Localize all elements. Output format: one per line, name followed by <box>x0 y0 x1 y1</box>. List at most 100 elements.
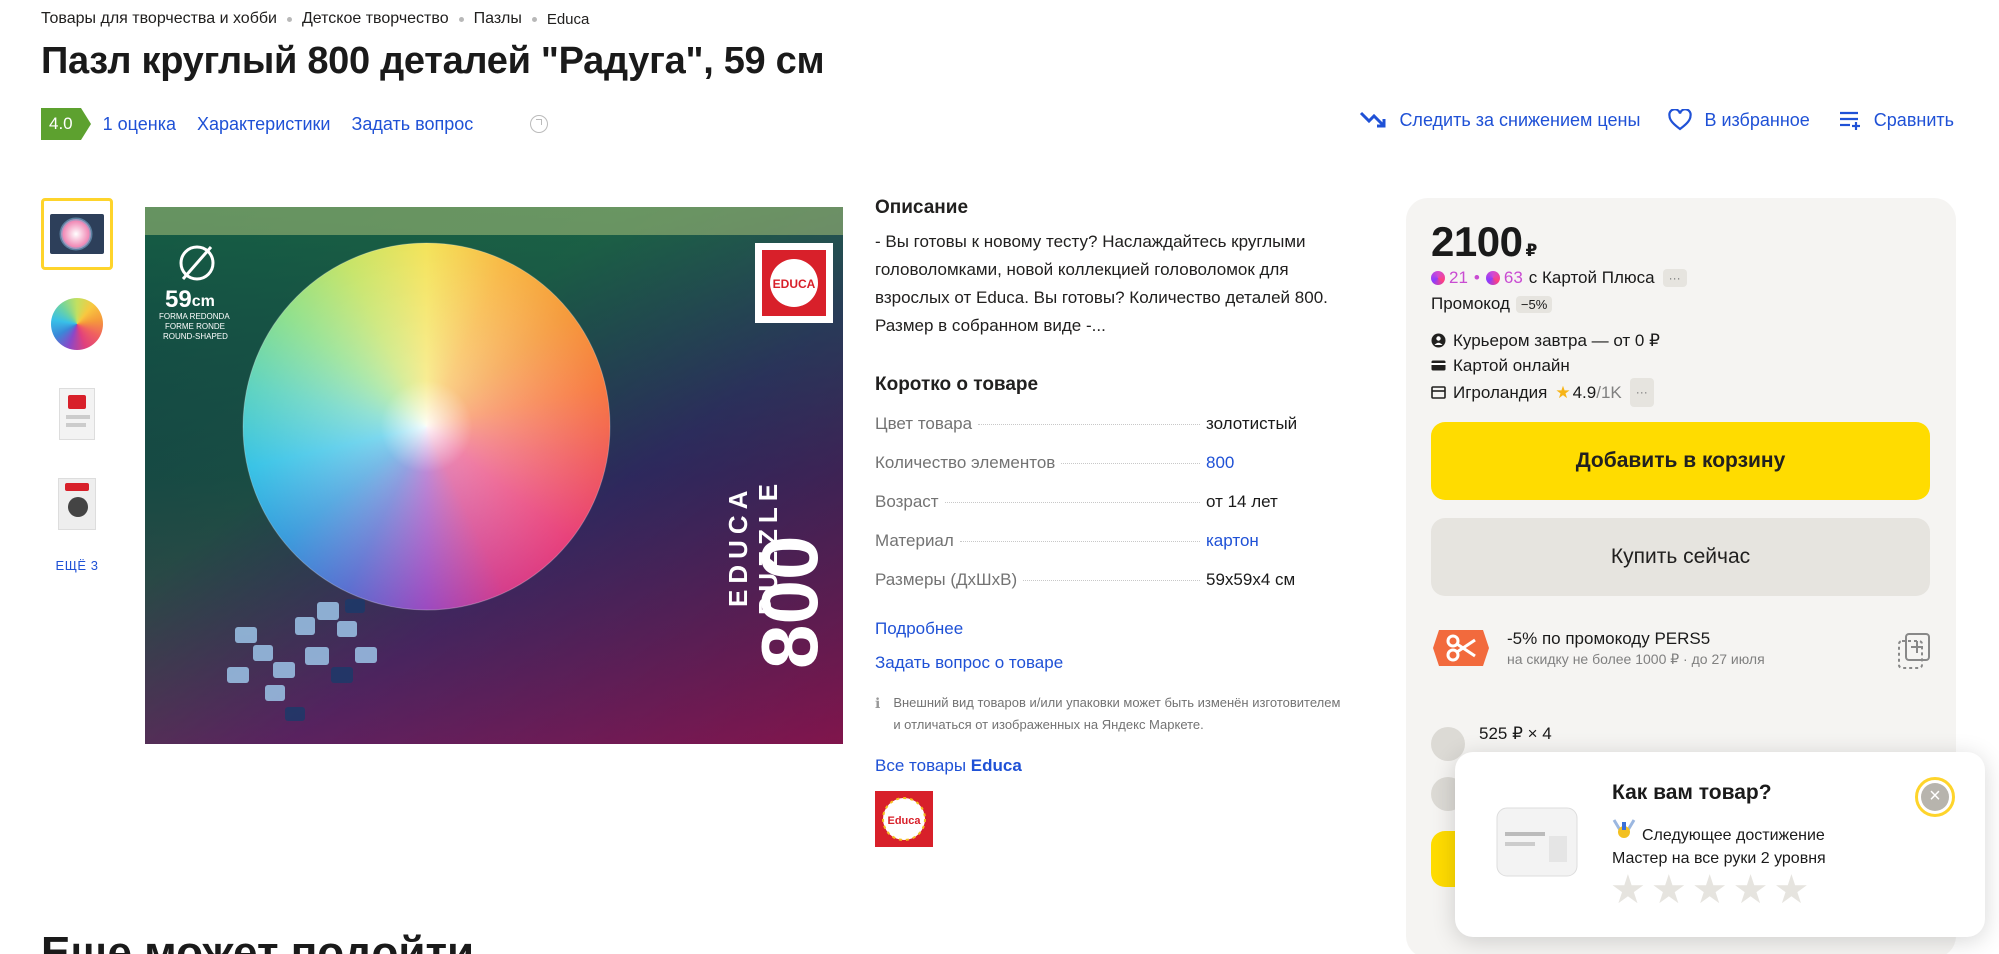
brand-name: Educa <box>970 756 1022 775</box>
plus-points-2: 63 <box>1485 268 1523 288</box>
more-info-pill[interactable]: ··· <box>1662 269 1687 287</box>
thumbnail-list: ЕЩЁ 3 <box>41 198 113 573</box>
compare-label: Сравнить <box>1873 109 1954 130</box>
breadcrumb-item[interactable]: Детское творчество <box>302 10 449 28</box>
brand-logo[interactable]: Educa <box>875 791 933 847</box>
price-currency: ₽ <box>1525 241 1537 260</box>
plus-icon <box>1431 271 1445 285</box>
breadcrumb-item[interactable]: Educa <box>547 11 590 28</box>
breadcrumb-separator <box>286 16 292 22</box>
educa-logo-icon: Educa <box>875 791 933 847</box>
thumbnail-2[interactable] <box>41 288 113 360</box>
appearance-notice: ℹ Внешний вид товаров и/или упаковки мож… <box>875 692 1345 736</box>
share-icon[interactable] <box>530 115 549 133</box>
copy-code-icon[interactable] <box>1897 632 1931 670</box>
spec-value-link[interactable]: картон <box>1206 531 1345 551</box>
spec-row: Цвет товара золотистый <box>875 414 1345 453</box>
spec-row: Материал картон <box>875 531 1345 570</box>
price-value: 2100 <box>1431 218 1523 265</box>
seller-name: Игроландия <box>1453 383 1548 402</box>
reviews-link[interactable]: 1 оценка <box>103 114 176 135</box>
star-5-icon[interactable]: ★ <box>1773 870 1809 910</box>
shape-line-2: FORME RONDE <box>165 322 225 331</box>
all-brand-goods-link[interactable]: Все товары Educa <box>875 756 1345 776</box>
ask-about-product-link[interactable]: Задать вопрос о товаре <box>875 653 1345 673</box>
promo-discount-badge: −5% <box>1515 295 1553 313</box>
promo-label: Промокод <box>1431 294 1510 313</box>
shape-line-1: FORMA REDONDA <box>159 312 230 321</box>
product-paint-image <box>1496 807 1578 877</box>
achievement-line-1: Следующее достижение <box>1642 827 1825 844</box>
specs-link[interactable]: Характеристики <box>197 114 330 135</box>
star-1-icon[interactable]: ★ <box>1610 870 1646 910</box>
vertical-puzzle: PUZZLE <box>753 478 783 615</box>
seller-rating: 4.9 <box>1572 383 1597 402</box>
plus-cashback[interactable]: 21 • 63 с Картой Плюса ··· <box>1431 268 1931 288</box>
buy-now-button[interactable]: Купить сейчас <box>1431 518 1930 596</box>
spec-key: Возраст <box>875 492 939 511</box>
achievement-line-2: Мастер на все руки 2 уровня <box>1612 850 1826 867</box>
ask-question-link[interactable]: Задать вопрос <box>351 114 473 135</box>
more-details-link[interactable]: Подробнее <box>875 619 1345 639</box>
heart-icon <box>1668 109 1693 131</box>
coupon-sub-text: на скидку не более 1000 ₽ · до 27 июля <box>1507 650 1765 667</box>
plus-points-1: 21 <box>1431 268 1468 288</box>
promo-coupon[interactable]: -5% по промокоду PERS5 на скидку не боле… <box>1431 624 1931 672</box>
close-button[interactable]: × <box>1915 777 1955 817</box>
thumbnail-4[interactable] <box>41 468 113 540</box>
puzzle-box-illustration: 59cm FORMA REDONDA FORME RONDE ROUND-SHA… <box>145 207 843 744</box>
star-4-icon[interactable]: ★ <box>1733 870 1769 910</box>
info-icon: ℹ <box>875 695 881 711</box>
rating-badge[interactable]: 4.0 <box>41 108 91 140</box>
coupon-main-text: -5% по промокоду PERS5 <box>1507 628 1711 648</box>
thumbnail-pack-image <box>59 388 95 440</box>
product-actions: Следить за снижением цены В избранное Ср… <box>1331 109 1954 131</box>
star-icon: ★ <box>1555 383 1571 402</box>
track-price-button[interactable]: Следить за снижением цены <box>1359 109 1640 131</box>
description-title: Описание <box>875 197 969 218</box>
thumbnail-1[interactable] <box>41 198 113 270</box>
breadcrumb-item[interactable]: Товары для творчества и хобби <box>41 10 277 28</box>
all-goods-prefix: Все товары <box>875 756 967 775</box>
star-3-icon[interactable]: ★ <box>1692 870 1728 910</box>
breadcrumb-item[interactable]: Пазлы <box>474 10 522 28</box>
review-popup: Как вам товар? Следующее достижение Маст… <box>1455 752 1985 937</box>
breadcrumb-separator <box>458 16 464 22</box>
thumbnail-puzzle-image <box>51 298 103 350</box>
spec-key: Цвет товара <box>875 414 973 433</box>
favorite-button[interactable]: В избранное <box>1668 109 1810 131</box>
delivery-text: Курьером завтра — от 0 ₽ <box>1453 331 1660 350</box>
spec-value: от 14 лет <box>1206 492 1278 511</box>
add-to-cart-button[interactable]: Добавить в корзину <box>1431 422 1930 500</box>
description-text: - Вы готовы к новому тесту? Наслаждайтес… <box>875 232 1328 335</box>
seller-row[interactable]: Игроландия ★ 4.9 /1K ··· <box>1431 378 1931 407</box>
rating-row: 4.0 1 оценка Характеристики Задать вопро… <box>41 107 549 141</box>
payment-text: Картой онлайн <box>1453 356 1570 375</box>
popup-title: Как вам товар? <box>1612 781 1772 804</box>
popup-achievement: Следующее достижение Мастер на все руки … <box>1612 818 1826 870</box>
price-down-icon <box>1360 111 1386 128</box>
scissors-icon <box>1433 630 1489 666</box>
section-title-more: Еще может подойти <box>41 928 475 954</box>
thumbnail-pack-image <box>58 478 96 530</box>
delivery-info: Курьером завтра — от 0 ₽ Картой онлайн И… <box>1431 328 1931 407</box>
more-thumbnails-link[interactable]: ЕЩЁ 3 <box>41 558 113 573</box>
card-icon <box>1431 360 1446 371</box>
notice-text: Внешний вид товаров и/или упаковки может… <box>893 695 1341 732</box>
thumbnail-box-image <box>50 214 104 254</box>
thumbnail-3[interactable] <box>41 378 113 450</box>
courier-icon <box>1431 333 1446 348</box>
spec-key: Размеры (ДхШхВ) <box>875 570 1018 589</box>
seller-more-pill[interactable]: ··· <box>1629 378 1654 407</box>
seller-reviews: /1K <box>1596 383 1622 402</box>
spec-dots <box>1023 580 1200 581</box>
star-2-icon[interactable]: ★ <box>1651 870 1687 910</box>
delivery-row: Курьером завтра — от 0 ₽ <box>1431 328 1931 353</box>
spec-value-link[interactable]: 800 <box>1206 453 1345 473</box>
breadcrumb-separator <box>531 16 537 22</box>
price: 2100 ₽ <box>1431 218 1931 266</box>
short-info-title: Коротко о товаре <box>875 374 1039 395</box>
product-main-image[interactable]: 59cm FORMA REDONDA FORME RONDE ROUND-SHA… <box>145 207 843 744</box>
compare-button[interactable]: Сравнить <box>1838 109 1954 131</box>
spec-key: Материал <box>875 531 954 550</box>
